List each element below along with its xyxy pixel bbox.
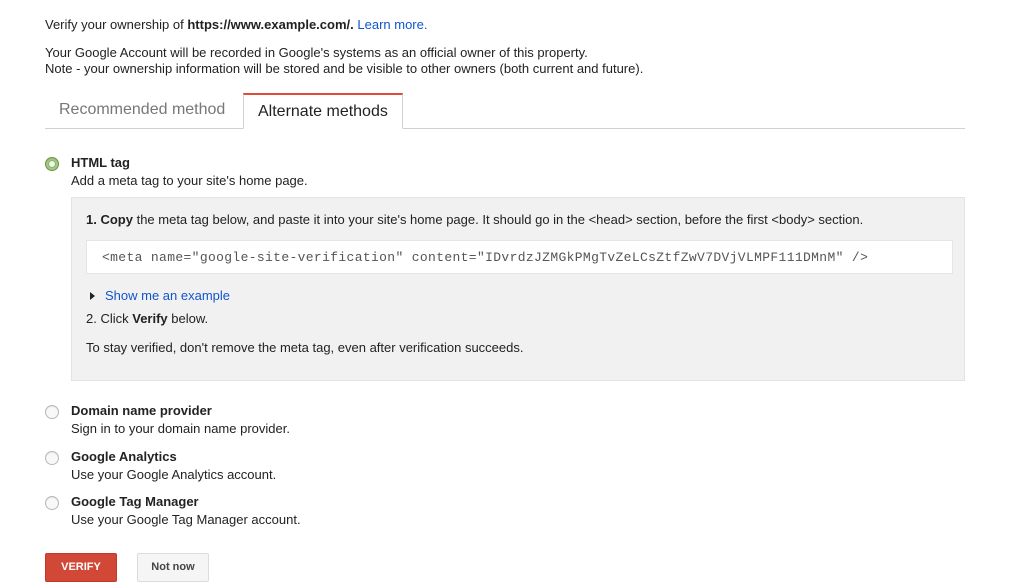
method-description: Add a meta tag to your site's home page. <box>71 173 308 188</box>
owner-notice: Your Google Account will be recorded in … <box>45 45 643 77</box>
verify-ownership-page: Verify your ownership of https://www.exa… <box>0 0 1010 582</box>
intro-prefix: Verify your ownership of <box>45 17 188 32</box>
method-title: Domain name provider <box>71 403 212 418</box>
step2-instruction: 2. Click Verify below. <box>86 311 208 327</box>
method-description: Use your Google Tag Manager account. <box>71 512 301 527</box>
stay-verified-note: To stay verified, don't remove the meta … <box>86 340 524 355</box>
property-url: https://www.example.com/ <box>187 17 351 32</box>
step1-number: 1. <box>86 212 97 227</box>
triangle-right-icon <box>90 291 95 300</box>
radio-google-analytics[interactable] <box>45 451 59 465</box>
step1-text: the meta tag below, and paste it into yo… <box>132 212 864 227</box>
step2-prefix: 2. Click <box>86 311 133 326</box>
verify-button[interactable]: VERIFY <box>45 553 117 582</box>
method-description: Use your Google Analytics account. <box>71 467 277 482</box>
step1-bold: Copy <box>100 212 133 227</box>
method-title: Google Tag Manager <box>71 494 199 509</box>
not-now-button[interactable]: Not now <box>137 553 209 582</box>
method-title: HTML tag <box>71 155 130 170</box>
tab-recommended-method[interactable]: Recommended method <box>45 93 239 129</box>
radio-google-tag-manager[interactable] <box>45 496 59 510</box>
tab-alternate-methods[interactable]: Alternate methods <box>243 93 403 129</box>
show-example-link[interactable]: Show me an example <box>105 288 230 303</box>
owner-notice-line2: Note - your ownership information will b… <box>45 61 644 76</box>
radio-html-tag[interactable] <box>45 157 59 171</box>
html-tag-instructions-panel: 1. Copy the meta tag below, and paste it… <box>71 197 965 381</box>
meta-tag-code[interactable]: <meta name="google-site-verification" co… <box>86 240 953 274</box>
method-tabs: Recommended method Alternate methods <box>45 93 965 129</box>
step1-instruction: 1. Copy the meta tag below, and paste it… <box>86 212 863 228</box>
step2-bold: Verify <box>132 311 168 326</box>
learn-more-link[interactable]: Learn more. <box>357 17 427 32</box>
step2-suffix: below. <box>167 311 209 326</box>
verify-intro: Verify your ownership of https://www.exa… <box>45 17 427 33</box>
intro-suffix: . <box>350 17 354 32</box>
method-title: Google Analytics <box>71 449 177 464</box>
radio-domain-provider[interactable] <box>45 405 59 419</box>
show-example-toggle[interactable]: Show me an example <box>90 288 230 304</box>
owner-notice-line1: Your Google Account will be recorded in … <box>45 45 588 60</box>
method-description: Sign in to your domain name provider. <box>71 421 290 436</box>
